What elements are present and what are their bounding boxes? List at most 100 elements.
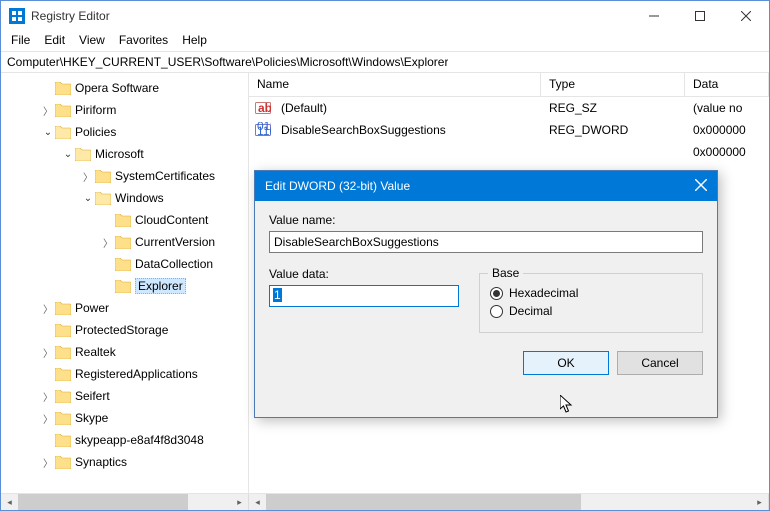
scroll-track[interactable] <box>18 494 231 510</box>
cell-name: DisableSearchBoxSuggestions <box>273 123 454 137</box>
tree-item[interactable]: ⌄ Policies <box>1 121 248 143</box>
tree-item[interactable]: ProtectedStorage <box>1 319 248 341</box>
tree-item[interactable]: DataCollection <box>1 253 248 275</box>
titlebar: Registry Editor <box>1 1 769 31</box>
folder-icon <box>55 390 71 403</box>
chevron-right-icon[interactable]: 〉 <box>41 345 55 360</box>
base-group: Base Hexadecimal Decimal <box>479 273 703 333</box>
expand-icon[interactable] <box>41 435 55 446</box>
chevron-right-icon[interactable]: 〉 <box>81 169 95 184</box>
scroll-right-button[interactable]: ▸ <box>231 494 248 510</box>
tree-item[interactable]: 〉 CurrentVersion <box>1 231 248 253</box>
expand-icon[interactable] <box>101 281 115 292</box>
minimize-button[interactable] <box>631 1 677 31</box>
window-title: Registry Editor <box>31 9 631 23</box>
chevron-down-icon[interactable]: ⌄ <box>61 149 75 160</box>
chevron-right-icon[interactable]: 〉 <box>41 411 55 426</box>
list-row[interactable]: 0x000000 <box>249 141 769 163</box>
menu-favorites[interactable]: Favorites <box>113 31 174 51</box>
tree-item-label: Explorer <box>135 278 186 294</box>
address-path: Computer\HKEY_CURRENT_USER\Software\Poli… <box>7 55 448 69</box>
tree-item-label: CloudContent <box>135 213 208 227</box>
list-row[interactable]: ab(Default)REG_SZ(value no <box>249 97 769 119</box>
tree-item-label: Windows <box>115 191 164 205</box>
list-row[interactable]: 011110DisableSearchBoxSuggestions REG_DWO… <box>249 119 769 141</box>
folder-icon <box>55 324 71 337</box>
expand-icon[interactable] <box>41 369 55 380</box>
dialog-close-button[interactable] <box>667 179 707 194</box>
scroll-left-button[interactable]: ◂ <box>249 494 266 510</box>
tree-item-label: Microsoft <box>95 147 144 161</box>
folder-icon <box>115 258 131 271</box>
chevron-down-icon[interactable]: ⌄ <box>81 193 95 204</box>
tree-item-label: Seifert <box>75 389 110 403</box>
tree-item-label: Opera Software <box>75 81 159 95</box>
cell-data: (value no <box>685 101 769 115</box>
tree-item[interactable]: 〉Realtek <box>1 341 248 363</box>
chevron-right-icon[interactable]: 〉 <box>41 301 55 316</box>
app-icon <box>9 8 25 24</box>
folder-icon <box>55 434 71 447</box>
chevron-down-icon[interactable]: ⌄ <box>41 127 55 138</box>
address-bar[interactable]: Computer\HKEY_CURRENT_USER\Software\Poli… <box>1 51 769 73</box>
dialog-titlebar[interactable]: Edit DWORD (32-bit) Value <box>255 171 717 201</box>
window-controls <box>631 1 769 31</box>
tree-item-label: Piriform <box>75 103 116 117</box>
tree-item[interactable]: RegisteredApplications <box>1 363 248 385</box>
tree-item[interactable]: 〉Skype <box>1 407 248 429</box>
tree-item[interactable]: Opera Software <box>1 77 248 99</box>
value-icon: 011110 <box>255 122 271 138</box>
expand-icon[interactable] <box>41 83 55 94</box>
maximize-button[interactable] <box>677 1 723 31</box>
tree-item[interactable]: 〉Power <box>1 297 248 319</box>
menu-edit[interactable]: Edit <box>38 31 71 51</box>
scroll-left-button[interactable]: ◂ <box>1 494 18 510</box>
value-data-input[interactable]: 1 <box>269 285 459 307</box>
folder-icon <box>115 214 131 227</box>
expand-icon[interactable] <box>101 215 115 226</box>
cell-data: 0x000000 <box>685 123 769 137</box>
cell-name: (Default) <box>273 101 335 115</box>
tree-item[interactable]: ⌄ Windows <box>1 187 248 209</box>
chevron-right-icon[interactable]: 〉 <box>41 455 55 470</box>
expand-icon[interactable] <box>41 325 55 336</box>
tree-item-label: CurrentVersion <box>135 235 215 249</box>
tree-item[interactable]: Explorer <box>1 275 248 297</box>
cell-type: REG_DWORD <box>541 123 685 137</box>
radio-hex-label: Hexadecimal <box>509 286 578 300</box>
tree-item-label: SystemCertificates <box>115 169 215 183</box>
tree-item[interactable]: 〉Synaptics <box>1 451 248 473</box>
value-data-label: Value data: <box>269 267 459 281</box>
tree-item[interactable]: ⌄ Microsoft <box>1 143 248 165</box>
radio-decimal[interactable]: Decimal <box>490 304 692 318</box>
tree-item[interactable]: CloudContent <box>1 209 248 231</box>
expand-icon[interactable] <box>101 259 115 270</box>
tree-item[interactable]: 〉 Seifert <box>1 385 248 407</box>
column-name[interactable]: Name <box>249 73 541 96</box>
column-data[interactable]: Data <box>685 73 769 96</box>
ok-button[interactable]: OK <box>523 351 609 375</box>
folder-icon <box>75 148 91 161</box>
value-name-input[interactable] <box>269 231 703 253</box>
folder-icon <box>55 302 71 315</box>
menu-file[interactable]: File <box>5 31 36 51</box>
menu-help[interactable]: Help <box>176 31 213 51</box>
close-button[interactable] <box>723 1 769 31</box>
scroll-right-button[interactable]: ▸ <box>751 494 768 510</box>
chevron-right-icon[interactable]: 〉 <box>41 389 55 404</box>
tree-item-label: Policies <box>75 125 116 139</box>
chevron-right-icon[interactable]: 〉 <box>101 235 115 250</box>
cancel-button[interactable]: Cancel <box>617 351 703 375</box>
tree-item[interactable]: 〉 SystemCertificates <box>1 165 248 187</box>
tree-item[interactable]: 〉 Piriform <box>1 99 248 121</box>
column-type[interactable]: Type <box>541 73 685 96</box>
menu-view[interactable]: View <box>73 31 111 51</box>
tree-pane[interactable]: Opera Software〉Piriform⌄Policies⌄Microso… <box>1 73 249 493</box>
radio-hexadecimal[interactable]: Hexadecimal <box>490 286 692 300</box>
tree-item-label: RegisteredApplications <box>75 367 198 381</box>
folder-icon <box>55 104 71 117</box>
tree-item[interactable]: skypeapp-e8af4f8d3048 <box>1 429 248 451</box>
chevron-right-icon[interactable]: 〉 <box>41 103 55 118</box>
edit-dword-dialog: Edit DWORD (32-bit) Value Value name: Va… <box>254 170 718 418</box>
scroll-track[interactable] <box>266 494 751 510</box>
